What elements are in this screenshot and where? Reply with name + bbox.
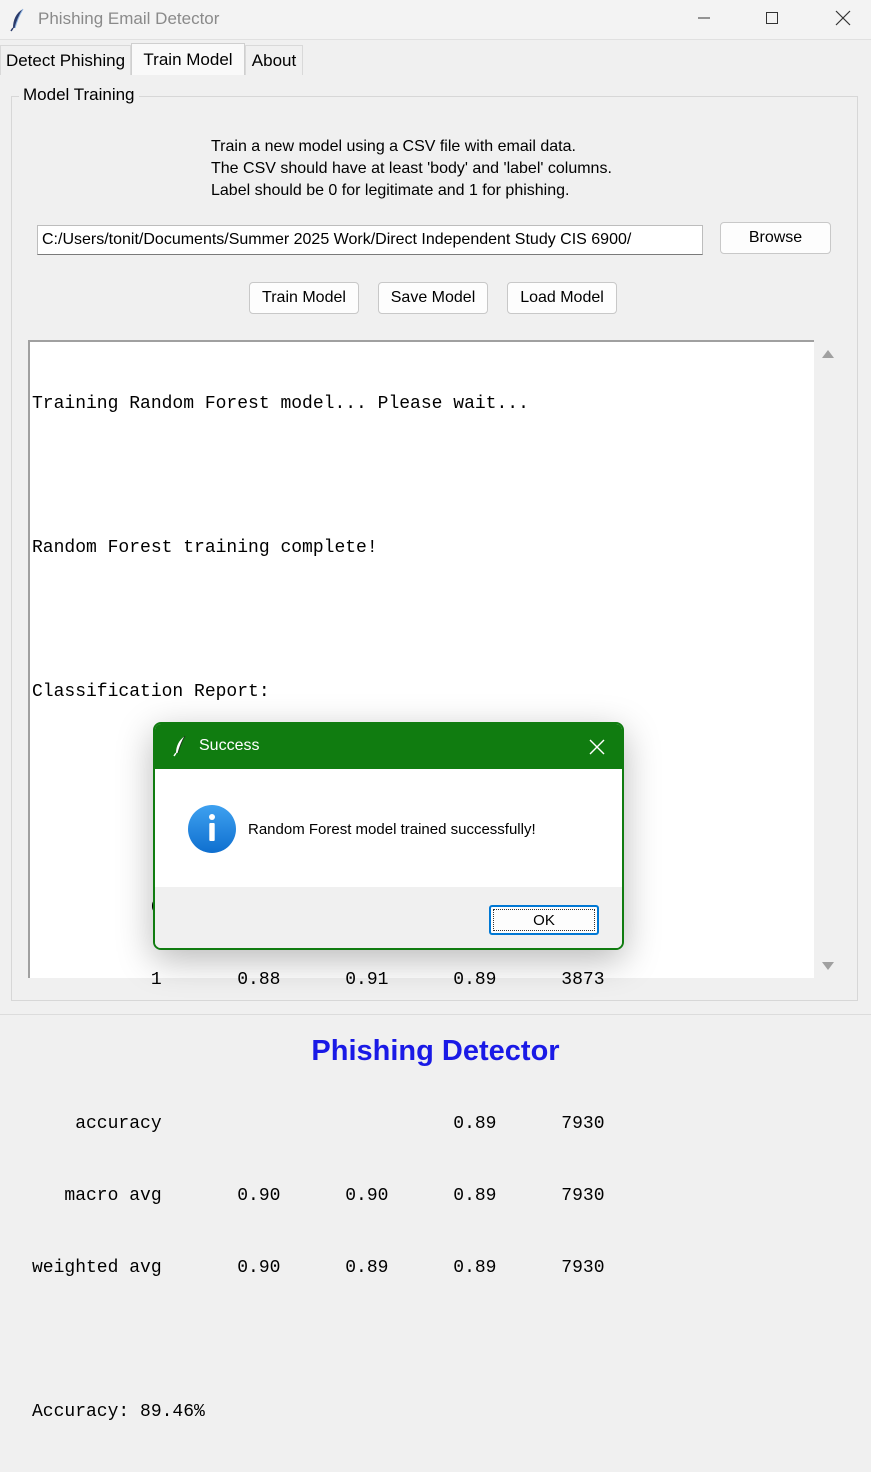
output-line: 1 0.88 0.91 0.89 3873	[32, 970, 605, 990]
tab-detect-phishing[interactable]: Detect Phishing	[0, 45, 131, 75]
dialog-title: Success	[199, 737, 260, 754]
window-title: Phishing Email Detector	[38, 9, 220, 28]
output-line: weighted avg 0.90 0.89 0.89 7930	[32, 1258, 605, 1278]
close-icon	[589, 739, 605, 755]
browse-button[interactable]: Browse	[720, 222, 831, 254]
output-line: Classification Report:	[32, 682, 270, 702]
maximize-icon	[766, 12, 778, 24]
save-model-button[interactable]: Save Model	[378, 282, 488, 314]
tab-train-model[interactable]: Train Model	[131, 43, 245, 75]
output-line: accuracy 0.89 7930	[32, 1114, 605, 1134]
close-button[interactable]	[815, 0, 871, 36]
dialog-close-button[interactable]	[580, 732, 614, 762]
dialog-footer: OK	[155, 887, 622, 948]
train-model-button[interactable]: Train Model	[249, 282, 359, 314]
title-bar[interactable]: Phishing Email Detector	[0, 0, 871, 40]
scroll-down-icon[interactable]	[821, 960, 835, 972]
maximize-button[interactable]	[744, 0, 800, 36]
success-dialog: Success Random Forest model trained succ…	[153, 722, 624, 950]
minimize-icon	[698, 17, 710, 19]
tab-bar: Detect Phishing Train Model About	[0, 43, 871, 75]
load-model-button[interactable]: Load Model	[507, 282, 617, 314]
instruction-line: Label should be 0 for legitimate and 1 f…	[211, 182, 570, 199]
footer-title: Phishing Detector	[311, 1035, 560, 1067]
info-icon	[187, 804, 237, 854]
minimize-button[interactable]	[676, 0, 732, 36]
instructions: Train a new model using a CSV file with …	[211, 136, 612, 202]
scroll-up-icon[interactable]	[821, 348, 835, 360]
feather-icon	[10, 8, 26, 32]
output-scrollbar[interactable]	[816, 340, 840, 978]
output-line: macro avg 0.90 0.90 0.89 7930	[32, 1186, 605, 1206]
instruction-line: Train a new model using a CSV file with …	[211, 138, 576, 155]
app-window: Phishing Email Detector Detect Phishing …	[0, 0, 871, 1422]
group-label: Model Training	[19, 85, 139, 105]
dialog-title-bar[interactable]: Success	[155, 724, 622, 769]
output-line: Accuracy: 89.46%	[32, 1402, 205, 1422]
output-line: Random Forest training complete!	[32, 538, 378, 558]
divider	[0, 1014, 871, 1015]
feather-icon	[173, 735, 187, 757]
ok-button[interactable]: OK	[489, 905, 599, 935]
output-line: Training Random Forest model... Please w…	[32, 394, 529, 414]
dialog-message: Random Forest model trained successfully…	[248, 821, 536, 838]
focus-ring	[493, 909, 595, 931]
instruction-line: The CSV should have at least 'body' and …	[211, 160, 612, 177]
tab-about[interactable]: About	[245, 45, 303, 75]
csv-path-input[interactable]: C:/Users/tonit/Documents/Summer 2025 Wor…	[37, 225, 703, 255]
close-icon	[835, 10, 851, 26]
